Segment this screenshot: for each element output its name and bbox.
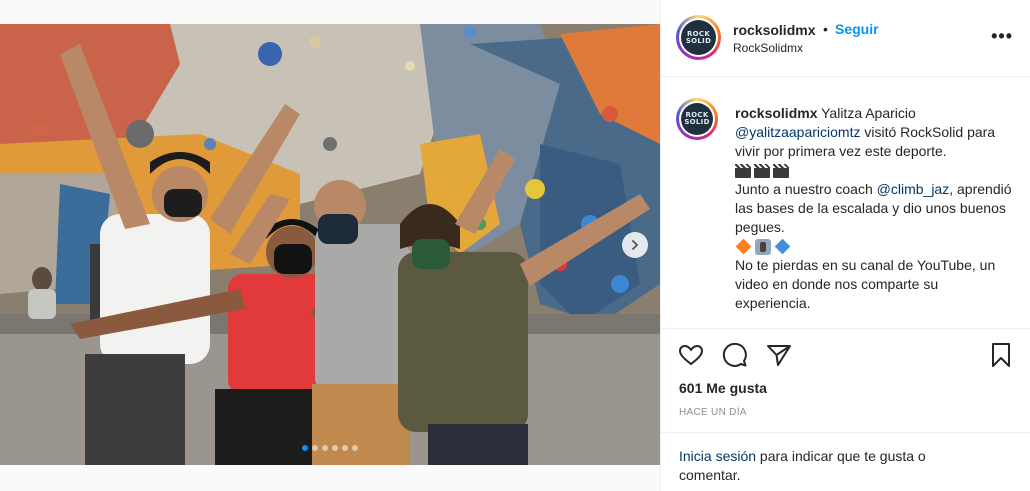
- carousel-dot: [352, 445, 358, 451]
- separator-bullet: •: [823, 21, 828, 37]
- caption-line1: Yalitza Aparicio: [817, 105, 916, 121]
- carousel-dot: [312, 445, 318, 451]
- send-icon[interactable]: [765, 341, 793, 369]
- login-prompt: Inicia sesión para indicar que te gusta …: [661, 432, 1030, 491]
- action-bar: [661, 336, 1030, 376]
- caption-line2: Junto a nuestro coach: [735, 181, 877, 197]
- caption-avatar[interactable]: ROCK SOLID: [676, 98, 718, 140]
- post-timestamp[interactable]: HACE UN DÍA: [679, 407, 747, 418]
- post-header: ROCK SOLID rocksolidmx • Seguir RockSoli…: [661, 0, 1030, 77]
- caption-area: ROCK SOLID rocksolidmx Yalitza Aparicio …: [661, 78, 1030, 329]
- comment-icon[interactable]: [721, 341, 749, 369]
- avatar-text-solid: SOLID: [684, 118, 710, 126]
- mention-yalitza[interactable]: @yalitzaapariciomtz: [735, 124, 860, 140]
- chevron-right-icon: [632, 240, 639, 250]
- post-side-panel: ROCK SOLID rocksolidmx • Seguir RockSoli…: [660, 0, 1030, 491]
- carousel-dot: [332, 445, 338, 451]
- post-photo[interactable]: [0, 24, 660, 465]
- caption-line3: No te pierdas en su canal de YouTube, un…: [735, 257, 996, 311]
- header-username[interactable]: rocksolidmx: [733, 22, 815, 38]
- profile-avatar[interactable]: ROCK SOLID: [676, 15, 721, 60]
- carousel-dot: [342, 445, 348, 451]
- more-options-icon[interactable]: •••: [991, 26, 1013, 47]
- instagram-post: ROCK SOLID rocksolidmx • Seguir RockSoli…: [0, 0, 1030, 491]
- carousel-dot: [302, 445, 308, 451]
- climber-icon: [755, 238, 771, 255]
- carousel-next-button[interactable]: [622, 232, 648, 258]
- emoji-row-climbing: [735, 237, 1015, 256]
- header-subname[interactable]: RockSolidmx: [733, 41, 803, 55]
- orange-diamond-icon: [735, 238, 752, 255]
- climbing-gym-photo: [0, 24, 660, 465]
- avatar-text-solid: SOLID: [685, 36, 712, 45]
- heart-icon[interactable]: [677, 341, 705, 369]
- caption-author[interactable]: rocksolidmx: [735, 105, 817, 121]
- bookmark-icon[interactable]: [987, 341, 1015, 369]
- login-link[interactable]: Inicia sesión: [679, 448, 756, 464]
- emoji-row-clappers: [735, 161, 1015, 180]
- carousel-dots: [0, 445, 660, 451]
- carousel-dot: [322, 445, 328, 451]
- clapper-board-icon: [735, 163, 751, 178]
- likes-count[interactable]: 601 Me gusta: [679, 380, 767, 396]
- mention-climb-jaz[interactable]: @climb_jaz: [877, 181, 950, 197]
- clapper-board-icon: [773, 163, 789, 178]
- blue-diamond-icon: [774, 238, 791, 255]
- caption-text: rocksolidmx Yalitza Aparicio @yalitzaapa…: [735, 104, 1015, 313]
- clapper-board-icon: [754, 163, 770, 178]
- follow-button[interactable]: Seguir: [835, 21, 879, 37]
- media-spacer: [0, 465, 660, 491]
